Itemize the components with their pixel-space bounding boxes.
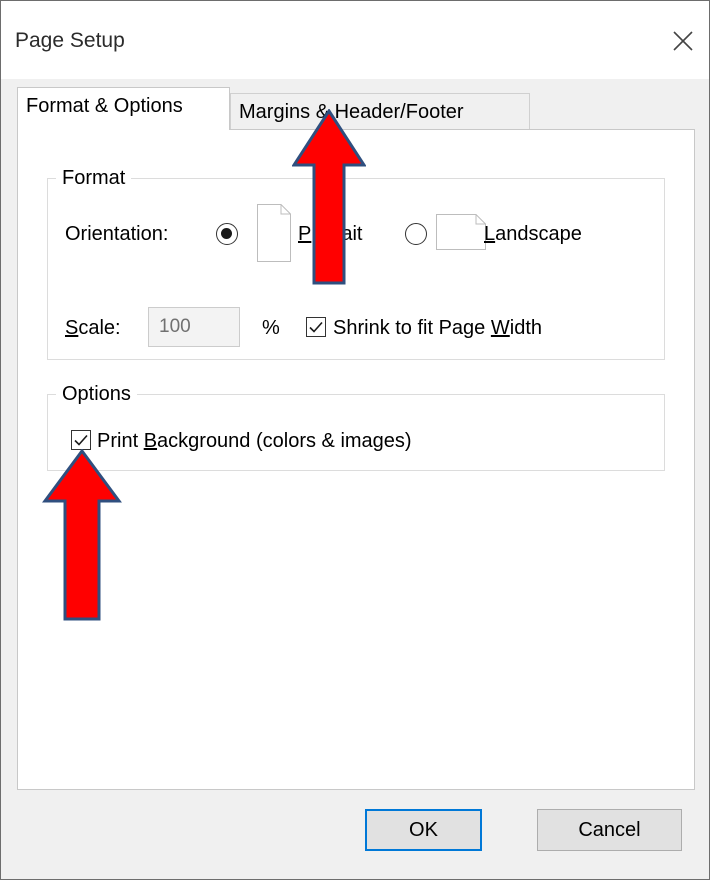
scale-label: Scale: [65,315,121,341]
landscape-label-accel: L [484,223,496,245]
print-bg-part2: ackground (colors & images) [157,430,412,452]
tab-margins-header-footer[interactable]: Margins & Header/Footer [230,93,530,131]
annotation-arrow-up-tab [292,109,366,285]
shrink-to-fit-checkbox[interactable] [306,317,326,337]
scale-label-rest: cale: [78,317,121,339]
portrait-radio[interactable] [216,223,238,245]
print-background-checkbox[interactable] [71,430,91,450]
cancel-button[interactable]: Cancel [537,809,682,851]
annotation-arrow-up-print-bg [42,449,122,621]
landscape-page-icon [436,214,486,250]
landscape-label-rest: andscape [495,223,582,245]
shrink-label-part2: idth [509,317,543,339]
scale-input[interactable] [148,307,240,347]
shrink-label-part1: Shrink to fit Page [333,317,491,339]
shrink-to-fit-label[interactable]: Shrink to fit Page Width [333,315,542,341]
landscape-radio[interactable] [405,223,427,245]
options-group-legend: Options [56,381,137,407]
percent-sign: % [262,317,280,339]
format-group-legend: Format [56,165,132,191]
orientation-label: Orientation: [65,223,169,245]
tab-label: Format & Options [26,95,183,117]
tab-format-options[interactable]: Format & Options [17,87,230,130]
title-bar: Page Setup [1,1,709,79]
window-title: Page Setup [15,29,125,52]
print-background-label[interactable]: Print Background (colors & images) [97,428,412,454]
shrink-label-accel: W [490,317,510,339]
ok-button[interactable]: OK [365,809,482,851]
checkmark-icon [74,434,88,446]
scale-label-accel: S [65,317,79,339]
checkmark-icon [309,321,323,333]
landscape-label[interactable]: Landscape [484,221,582,247]
close-button[interactable] [665,23,701,59]
print-bg-accel: B [143,430,158,452]
close-icon [673,31,693,51]
radio-selected-dot [221,228,232,239]
portrait-page-icon [257,204,291,262]
page-setup-dialog: Page Setup Format & Options Margins & He… [0,0,710,880]
